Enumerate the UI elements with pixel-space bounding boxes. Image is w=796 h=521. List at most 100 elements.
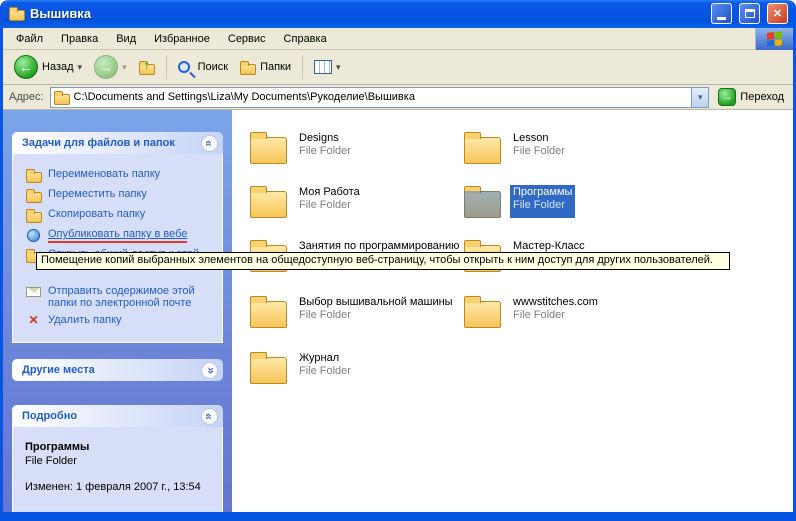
folder-zhurnal[interactable]: Журнал File Folder	[250, 351, 354, 384]
up-arrow-icon: ↑	[144, 58, 150, 72]
panel-file-folder-tasks: Задачи для файлов и папок « Переименоват…	[12, 132, 223, 343]
folder-icon	[250, 301, 287, 328]
windows-flag-icon	[767, 31, 782, 47]
folder-icon	[464, 191, 501, 218]
task-email-folder[interactable]: Отправить содержимое этой папки по элект…	[25, 285, 216, 309]
address-bar: Адрес: C:\Documents and Settings\Liza\My…	[3, 85, 793, 110]
address-label: Адрес:	[9, 91, 44, 103]
maximize-button[interactable]	[739, 3, 760, 24]
panel-details: Подробно « Программы File Folder Изменен…	[12, 405, 223, 512]
folder-view: Designs File Folder Lesson File Folder М…	[232, 110, 793, 512]
up-button[interactable]: ↑	[134, 57, 160, 78]
views-icon	[314, 60, 332, 74]
views-button[interactable]: ▾	[309, 57, 346, 77]
folder-name: Программы	[513, 186, 572, 198]
task-publish-folder-web[interactable]: Опубликовать папку в вебе	[25, 228, 216, 243]
email-icon	[25, 285, 42, 297]
task-publish-label[interactable]: Опубликовать папку в вебе	[48, 228, 187, 243]
toolbar-separator	[166, 55, 167, 79]
menu-edit[interactable]: Правка	[52, 30, 107, 48]
chevron-down-icon: ▾	[698, 92, 703, 103]
menu-tools[interactable]: Сервис	[219, 30, 275, 48]
menubar: Файл Правка Вид Избранное Сервис Справка	[3, 28, 793, 50]
folder-name: Журнал	[299, 352, 339, 364]
folder-name: wwwstitches.com	[513, 296, 598, 308]
expand-chevron-down-icon[interactable]: «	[201, 362, 218, 379]
folder-lesson[interactable]: Lesson File Folder	[464, 131, 568, 164]
folder-name: Моя Работа	[299, 186, 360, 198]
other-places-header[interactable]: Другие места «	[12, 359, 223, 381]
search-icon	[178, 61, 190, 73]
toolbar: ← Назад ▾ → ▾ ↑ Поиск Папки ▾	[3, 50, 793, 85]
file-folder-tasks-body: Переименовать папку Переместить папку Ск…	[12, 154, 223, 343]
forward-button[interactable]: → ▾	[89, 52, 132, 82]
go-button[interactable]: → Переход	[715, 86, 787, 108]
titlebar[interactable]: Вышивка ✕	[3, 0, 793, 28]
address-input[interactable]: C:\Documents and Settings\Liza\My Docume…	[50, 87, 710, 108]
task-copy-folder[interactable]: Скопировать папку	[25, 208, 216, 223]
folder-programmy-selected[interactable]: Программы File Folder	[464, 185, 575, 218]
folder-name: Designs	[299, 132, 339, 144]
menu-help[interactable]: Справка	[275, 30, 336, 48]
details-title: Подробно	[22, 410, 77, 422]
window-title: Вышивка	[30, 6, 704, 21]
task-delete-label[interactable]: Удалить папку	[48, 314, 122, 326]
collapse-chevron-up-icon[interactable]: «	[201, 408, 218, 425]
address-path: C:\Documents and Settings\Liza\My Docume…	[74, 91, 415, 103]
folder-type: File Folder	[513, 309, 565, 321]
folder-name: Lesson	[513, 132, 548, 144]
folder-type: File Folder	[513, 199, 565, 211]
folder-wwwstitches[interactable]: wwwstitches.com File Folder	[464, 295, 601, 328]
up-folder-icon: ↑	[139, 64, 155, 75]
go-label: Переход	[740, 91, 784, 103]
task-copy-label[interactable]: Скопировать папку	[48, 208, 145, 220]
search-label: Поиск	[198, 61, 228, 73]
close-icon: ✕	[773, 7, 782, 20]
folder-type: File Folder	[299, 365, 351, 377]
forward-dropdown-icon: ▾	[122, 62, 127, 73]
panel-other-places: Другие места «	[12, 359, 223, 381]
task-move-label[interactable]: Переместить папку	[48, 188, 147, 200]
folder-name: Занятия по программированию	[299, 240, 459, 252]
file-folder-tasks-header[interactable]: Задачи для файлов и папок «	[12, 132, 223, 154]
details-folder-type: File Folder	[25, 455, 216, 467]
folder-icon	[250, 137, 287, 164]
details-folder-name: Программы	[25, 441, 216, 453]
forward-icon: →	[94, 55, 118, 79]
task-delete-folder[interactable]: ✕ Удалить папку	[25, 314, 216, 327]
folders-button[interactable]: Папки	[235, 57, 296, 78]
menu-file[interactable]: Файл	[7, 30, 52, 48]
menu-favorites[interactable]: Избранное	[145, 30, 219, 48]
address-dropdown-button[interactable]: ▾	[691, 88, 708, 107]
task-rename-label[interactable]: Переименовать папку	[48, 168, 160, 180]
close-button[interactable]: ✕	[767, 3, 788, 24]
task-rename-folder[interactable]: Переименовать папку	[25, 168, 216, 183]
folder-name: Выбор вышивальной машины	[299, 296, 453, 308]
other-places-title: Другие места	[22, 364, 95, 376]
folders-icon	[240, 64, 256, 75]
folder-moya-rabota[interactable]: Моя Работа File Folder	[250, 185, 363, 218]
window-body: Задачи для файлов и папок « Переименоват…	[3, 110, 793, 512]
folder-icon	[464, 301, 501, 328]
folder-type: File Folder	[299, 309, 351, 321]
back-button[interactable]: ← Назад ▾	[9, 52, 87, 82]
back-label: Назад	[42, 61, 74, 73]
folder-icon	[250, 357, 287, 384]
task-email-label[interactable]: Отправить содержимое этой папки по элект…	[48, 285, 216, 309]
menu-view[interactable]: Вид	[107, 30, 145, 48]
folder-designs[interactable]: Designs File Folder	[250, 131, 354, 164]
collapse-chevron-up-icon[interactable]: «	[201, 135, 218, 152]
search-button[interactable]: Поиск	[173, 58, 233, 76]
folder-name: Мастер-Класс	[513, 240, 585, 252]
folder-type: File Folder	[299, 199, 351, 211]
details-modified: Изменен: 1 февраля 2007 г., 13:54	[25, 481, 216, 493]
publish-web-icon	[25, 228, 42, 242]
task-pane: Задачи для файлов и папок « Переименоват…	[3, 110, 232, 512]
go-icon: →	[718, 88, 736, 106]
task-move-folder[interactable]: Переместить папку	[25, 188, 216, 203]
folder-vybor-mashiny[interactable]: Выбор вышивальной машины File Folder	[250, 295, 456, 328]
window-folder-icon	[9, 10, 25, 21]
details-header[interactable]: Подробно «	[12, 405, 223, 427]
back-dropdown-icon[interactable]: ▾	[78, 62, 83, 73]
minimize-button[interactable]	[711, 3, 732, 24]
